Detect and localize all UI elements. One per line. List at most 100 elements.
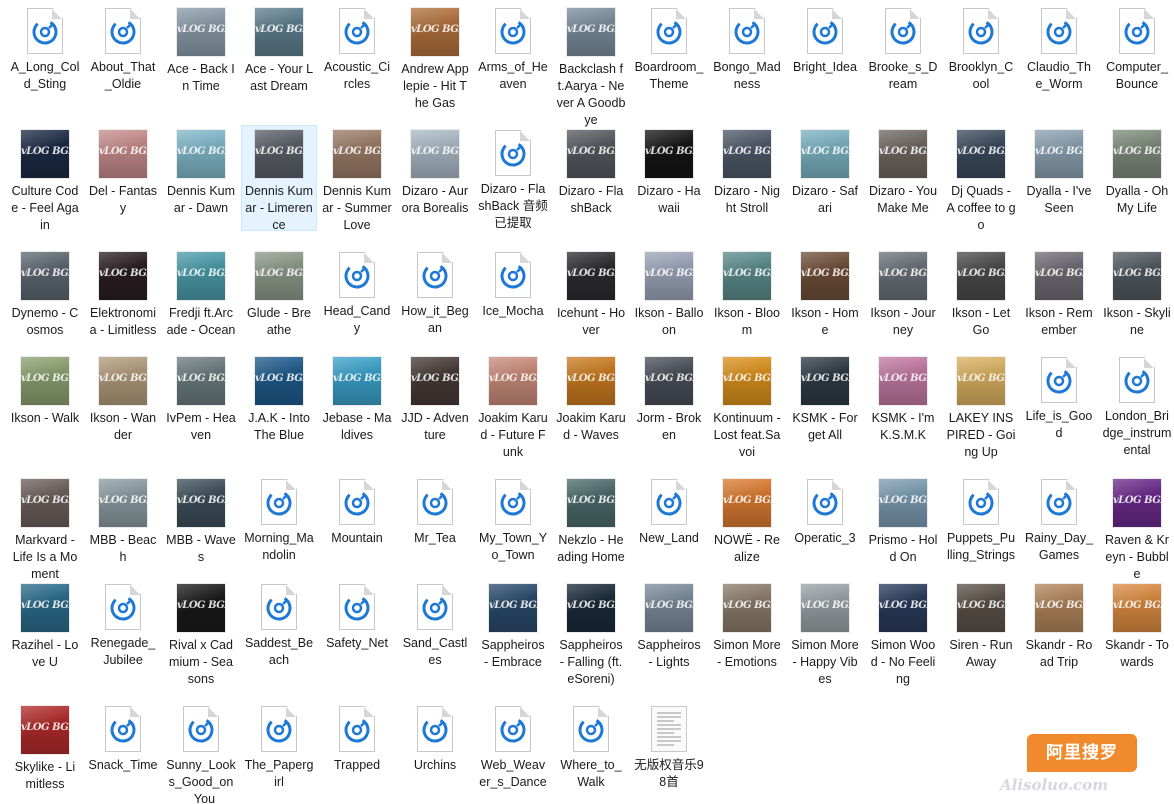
- file-item[interactable]: vLOG BGM Ikson - Home: [788, 248, 862, 339]
- file-item[interactable]: vLOG BGM Fredji ft.Arcade - Ocean: [164, 248, 238, 339]
- file-item[interactable]: vLOG BGM Dizaro - Aurora Borealis: [398, 126, 472, 217]
- file-item[interactable]: vLOG BGM Dennis Kumar - Summer Love: [320, 126, 394, 234]
- file-item[interactable]: Computer_Bounce: [1100, 4, 1174, 93]
- file-item[interactable]: vLOG BGM Sappheiros - Falling (ft. eSoren…: [554, 580, 628, 688]
- file-item[interactable]: My_Town_Yo_Town: [476, 475, 550, 564]
- file-item[interactable]: vLOG BGM Dizaro - Night Stroll: [710, 126, 784, 217]
- file-item[interactable]: vLOG BGM Ace - Back In Time: [164, 4, 238, 95]
- file-item[interactable]: vLOG BGM Rival x Cadmium - Seasons: [164, 580, 238, 688]
- file-item[interactable]: vLOG BGM Ikson - Journey: [866, 248, 940, 339]
- file-item[interactable]: vLOG BGM Kontinuum - Lost feat.Savoi: [710, 353, 784, 461]
- file-item[interactable]: vLOG BGM Ikson - Skyline: [1100, 248, 1174, 339]
- file-item[interactable]: vLOG BGM Andrew Applepie - Hit The Gas: [398, 4, 472, 112]
- file-item[interactable]: vLOG BGM Ikson - Remember: [1022, 248, 1096, 339]
- file-item[interactable]: Arms_of_Heaven: [476, 4, 550, 93]
- file-item[interactable]: vLOG BGM Ikson - Wander: [86, 353, 160, 444]
- file-item[interactable]: vLOG BGM Raven & Kreyn - Bubble: [1100, 475, 1174, 583]
- file-item[interactable]: vLOG BGM Joakim Karud - Future Funk: [476, 353, 550, 461]
- file-item[interactable]: vLOG BGM Ikson - Let Go: [944, 248, 1018, 339]
- file-item[interactable]: vLOG BGM Culture Code - Feel Again: [8, 126, 82, 234]
- file-item[interactable]: vLOG BGM Prismo - Hold On: [866, 475, 940, 566]
- file-item[interactable]: vLOG BGM Siren - Run Away: [944, 580, 1018, 671]
- file-item[interactable]: Operatic_3: [788, 475, 862, 547]
- file-item[interactable]: Brooklyn_Cool: [944, 4, 1018, 93]
- file-item[interactable]: vLOG BGM Joakim Karud - Waves: [554, 353, 628, 444]
- file-item[interactable]: Snack_Time: [86, 702, 160, 774]
- file-item[interactable]: vLOG BGM Dizaro - FlashBack: [554, 126, 628, 217]
- file-item[interactable]: Rainy_Day_Games: [1022, 475, 1096, 564]
- file-item[interactable]: vLOG BGM Backclash ft.Aarya - Never A Goo…: [554, 4, 628, 129]
- file-item[interactable]: vLOG BGM Skylike - Limitless: [8, 702, 82, 793]
- file-item[interactable]: vLOG BGM Simon More - Emotions: [710, 580, 784, 671]
- file-item[interactable]: vLOG BGM Dizaro - YouMake Me: [866, 126, 940, 217]
- file-item[interactable]: Sunny_Looks_Good_on_You: [164, 702, 238, 804]
- file-item[interactable]: vLOG BGM Skandr - Road Trip: [1022, 580, 1096, 671]
- file-item[interactable]: Life_is_Good: [1022, 353, 1096, 442]
- file-item[interactable]: vLOG BGM Dj Quads - A coffee to go: [944, 126, 1018, 234]
- file-item[interactable]: vLOG BGM Nekzlo - Heading Home: [554, 475, 628, 566]
- file-item[interactable]: Bongo_Madness: [710, 4, 784, 93]
- file-item[interactable]: vLOG BGM Jebase - Maldives: [320, 353, 394, 444]
- file-item[interactable]: Sand_Castles: [398, 580, 472, 669]
- file-item[interactable]: Renegade_Jubilee: [86, 580, 160, 669]
- file-item[interactable]: vLOG BGM Elektronomia - Limitless: [86, 248, 160, 339]
- file-item[interactable]: vLOG BGM Dynemo - Cosmos: [8, 248, 82, 339]
- file-item[interactable]: vLOG BGM KSMK - Forget All: [788, 353, 862, 444]
- file-item[interactable]: vLOG BGM Markvard - Life Is a Moment: [8, 475, 82, 583]
- file-item[interactable]: Mountain: [320, 475, 394, 547]
- file-item[interactable]: vLOG BGM MBB - Beach: [86, 475, 160, 566]
- file-item[interactable]: vLOG BGM J.A.K - Into The Blue: [242, 353, 316, 444]
- file-item[interactable]: Mr_Tea: [398, 475, 472, 547]
- file-item[interactable]: vLOG BGM Dennis Kumar - Dawn: [164, 126, 238, 217]
- file-item[interactable]: Where_to_Walk: [554, 702, 628, 791]
- file-item[interactable]: Safety_Net: [320, 580, 394, 652]
- file-item[interactable]: How_it_Began: [398, 248, 472, 337]
- file-item[interactable]: Puppets_Pulling_Strings: [944, 475, 1018, 564]
- file-item[interactable]: vLOG BGM Ikson - Balloon: [632, 248, 706, 339]
- file-item[interactable]: vLOG BGM NOWË - Realize: [710, 475, 784, 566]
- file-item[interactable]: vLOG BGM MBB - Waves: [164, 475, 238, 566]
- cover-watermark: vLOG BGM: [177, 268, 225, 279]
- file-item[interactable]: Trapped: [320, 702, 394, 774]
- file-item[interactable]: Saddest_Beach: [242, 580, 316, 669]
- file-item[interactable]: Acoustic_Circles: [320, 4, 394, 93]
- file-item[interactable]: vLOG BGM JJD - Adventure: [398, 353, 472, 444]
- file-item[interactable]: vLOG BGM Sappheiros - Embrace: [476, 580, 550, 671]
- file-item[interactable]: vLOG BGM KSMK - I'm K.S.M.K: [866, 353, 940, 444]
- file-item[interactable]: vLOG BGM Simon More - Happy Vibes: [788, 580, 862, 688]
- file-item[interactable]: vLOG BGM Dizaro - Safari: [788, 126, 862, 217]
- file-item[interactable]: vLOG BGM LAKEY INSPIRED - Going Up: [944, 353, 1018, 461]
- file-item[interactable]: vLOG BGM Glude - Breathe: [242, 248, 316, 339]
- file-item[interactable]: Brooke_s_Dream: [866, 4, 940, 93]
- file-item[interactable]: vLOG BGM Dennis Kumar - Limerence: [241, 125, 317, 232]
- file-item[interactable]: vLOG BGM Jorm - Broken: [632, 353, 706, 444]
- file-item[interactable]: Bright_Idea: [788, 4, 862, 76]
- file-item[interactable]: Urchins: [398, 702, 472, 774]
- file-item[interactable]: vLOG BGM Ikson - Walk: [8, 353, 82, 427]
- file-item[interactable]: Ice_Mocha: [476, 248, 550, 320]
- file-item[interactable]: London_Bridge_instrumental: [1100, 353, 1174, 459]
- file-item[interactable]: vLOG BGM Skandr - Towards: [1100, 580, 1174, 671]
- file-item[interactable]: A_Long_Cold_Sting: [8, 4, 82, 93]
- file-item[interactable]: Web_Weaver_s_Dance: [476, 702, 550, 791]
- file-item[interactable]: The_Papergirl: [242, 702, 316, 791]
- file-item[interactable]: vLOG BGM Dyalla - Oh My Life: [1100, 126, 1174, 217]
- file-item[interactable]: Head_Candy: [320, 248, 394, 337]
- file-item[interactable]: Boardroom_Theme: [632, 4, 706, 93]
- file-item[interactable]: vLOG BGM Razihel - Love U: [8, 580, 82, 671]
- file-item[interactable]: vLOG BGM Ace - Your Last Dream: [242, 4, 316, 95]
- file-item[interactable]: vLOG BGM Dyalla - I've Seen: [1022, 126, 1096, 217]
- file-item[interactable]: Dizaro - FlashBack 音频已提取: [476, 126, 550, 232]
- file-item[interactable]: vLOG BGM Del - Fantasy: [86, 126, 160, 217]
- file-item[interactable]: 无版权音乐98首: [632, 702, 706, 791]
- file-item[interactable]: vLOG BGM Sappheiros - Lights: [632, 580, 706, 671]
- file-item[interactable]: About_That_Oldie: [86, 4, 160, 93]
- file-item[interactable]: Claudio_The_Worm: [1022, 4, 1096, 93]
- file-item[interactable]: vLOG BGM Icehunt - Hover: [554, 248, 628, 339]
- file-item[interactable]: vLOG BGM Dizaro - Hawaii: [632, 126, 706, 217]
- file-item[interactable]: Morning_Mandolin: [242, 475, 316, 564]
- file-item[interactable]: vLOG BGM IvPem - Heaven: [164, 353, 238, 444]
- file-item[interactable]: vLOG BGM Ikson - Bloom: [710, 248, 784, 339]
- file-item[interactable]: New_Land: [632, 475, 706, 547]
- file-item[interactable]: vLOG BGM Simon Wood - No Feeling: [866, 580, 940, 688]
